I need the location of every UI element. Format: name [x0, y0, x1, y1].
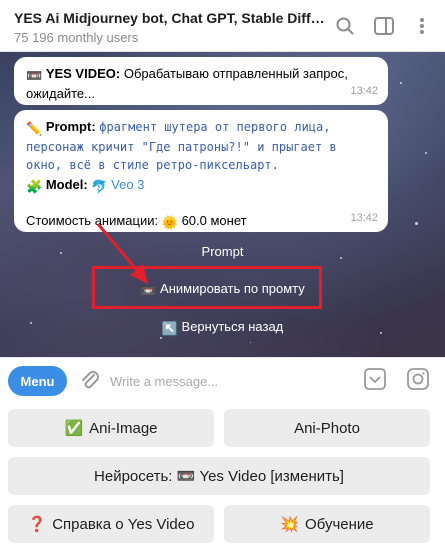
- ani-photo-label: Ani-Photo: [294, 419, 360, 437]
- ani-image-label: Ani-Image: [89, 419, 158, 437]
- chat-header[interactable]: YES Ai Midjourney bot, Chat GPT, Stable …: [0, 0, 445, 52]
- help-button[interactable]: ❓ Справка о Yes Video: [8, 505, 214, 543]
- training-label: Обучение: [305, 515, 374, 533]
- chat-area[interactable]: 📼 YES VIDEO: Обрабатываю отправленный за…: [0, 52, 445, 357]
- annotation-arrow-icon: [96, 223, 148, 284]
- explosion-icon: 💥: [280, 516, 300, 533]
- reply-keyboard: ✅ Ani-Image Ani-Photo Нейросеть: 📼 Yes V…: [0, 403, 445, 547]
- search-icon[interactable]: [333, 14, 357, 38]
- more-options-icon[interactable]: [410, 14, 434, 38]
- ani-photo-button[interactable]: Ani-Photo: [224, 409, 430, 447]
- attach-icon[interactable]: [78, 368, 102, 392]
- chat-title[interactable]: YES Ai Midjourney bot, Chat GPT, Stable …: [14, 10, 329, 26]
- training-button[interactable]: 💥 Обучение: [224, 505, 430, 543]
- chat-subtitle: 75 196 monthly users: [14, 30, 139, 45]
- network-select-button[interactable]: Нейросеть: 📼 Yes Video [изменить]: [8, 457, 430, 495]
- ani-image-button[interactable]: ✅ Ani-Image: [8, 409, 214, 447]
- keyboard-toggle-icon[interactable]: [364, 368, 388, 392]
- network-label: Нейросеть: 📼 Yes Video [изменить]: [94, 468, 344, 485]
- instagram-camera-icon[interactable]: [407, 368, 431, 392]
- question-mark-icon: ❓: [27, 516, 47, 533]
- help-label: Справка о Yes Video: [52, 515, 195, 533]
- menu-button[interactable]: Menu: [8, 366, 67, 396]
- message-input-bar: Menu: [0, 357, 445, 403]
- message-input[interactable]: [110, 366, 350, 396]
- sidebar-toggle-icon[interactable]: [372, 14, 396, 38]
- check-mark-icon: ✅: [64, 420, 84, 437]
